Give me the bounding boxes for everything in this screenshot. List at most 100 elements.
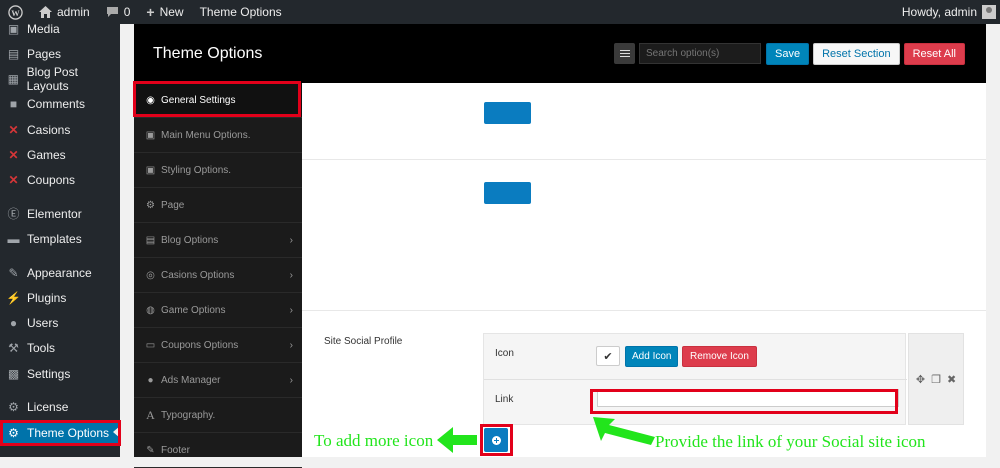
my-account-link[interactable]: Howdy, admin (894, 0, 1000, 24)
icon-label: Icon (495, 348, 514, 359)
section-coupons-options[interactable]: ▭ Coupons Options › (134, 328, 302, 363)
admin-menu: ▣ Media ▤ Pages ▦ Blog Post Layouts ■ Commen… (0, 22, 120, 457)
new-label: New (159, 5, 184, 19)
row-tools: ✥ ❐ ✖ (908, 333, 964, 425)
icon-row: Icon ✔ Add Icon Remove Icon (484, 334, 907, 380)
menu-item-elementor[interactable]: Ⓔ Elementor (0, 201, 120, 226)
blog-icon: ▤ (145, 234, 156, 246)
section-footer[interactable]: ✎ Footer (134, 433, 302, 468)
header-tools: Save Reset Section Reset All (614, 42, 986, 65)
menu-item-license[interactable]: ⚙ License (0, 394, 120, 419)
menu-item-label: Blog Post Layouts (26, 64, 78, 93)
chip-icon: ◎ (146, 269, 155, 281)
annotation-add-more: To add more icon (314, 431, 434, 450)
upload-button[interactable] (484, 102, 531, 124)
ads-icon: ● (147, 374, 154, 386)
link-input[interactable] (597, 389, 899, 407)
user-icon: ● (9, 315, 18, 330)
dashboard-icon: ◉ (146, 94, 155, 106)
new-content-link[interactable]: + New (138, 0, 191, 24)
field-row (302, 160, 986, 311)
comments-count: 0 (123, 5, 131, 19)
menu-item-label: Games (27, 147, 66, 162)
menu-item-comments[interactable]: ■ Comments (0, 91, 120, 116)
folder-icon: ▬ (7, 231, 20, 246)
chevron-right-icon: › (289, 375, 293, 386)
brush-icon: ✎ (8, 265, 19, 280)
plus-icon: + (146, 4, 155, 20)
list-icon (619, 53, 630, 54)
section-typography[interactable]: A Typography. (134, 398, 302, 433)
link-row: Link (484, 380, 907, 426)
menu-item-label: Coupons (27, 172, 76, 187)
save-button[interactable]: Save (766, 42, 810, 65)
section-game-options[interactable]: ◍ Game Options › (134, 293, 302, 328)
expand-options-button[interactable] (614, 43, 636, 64)
section-casions-options[interactable]: ◎ Casions Options › (134, 258, 302, 293)
comment-icon: ■ (9, 96, 18, 111)
close-icon[interactable]: ✖ (947, 373, 956, 386)
reset-section-button[interactable]: Reset Section (813, 42, 900, 65)
gamepad-icon: ◍ (146, 304, 155, 316)
menu-item-pages[interactable]: ▤ Pages (0, 41, 120, 66)
chevron-right-icon: › (289, 340, 293, 351)
section-label: Ads Manager (161, 374, 221, 386)
reset-all-button[interactable]: Reset All (903, 42, 965, 65)
menu-item-templates[interactable]: ▬ Templates (0, 226, 120, 251)
copy-icon[interactable]: ❐ (931, 373, 941, 386)
remove-icon-button[interactable]: Remove Icon (682, 346, 757, 367)
move-icon[interactable]: ✥ (916, 373, 925, 386)
check-icon[interactable]: ✔ (596, 346, 620, 366)
add-icon-button[interactable]: Add Icon (625, 346, 679, 367)
section-label: Blog Options (161, 234, 219, 246)
menu-item-media[interactable]: ▣ Media (0, 16, 120, 41)
panel-header: Theme Options Save Reset Section Reset A… (134, 24, 986, 83)
menu-item-settings[interactable]: ▩ Settings (0, 361, 120, 386)
style-icon: ▣ (145, 164, 156, 176)
menu-item-appearance[interactable]: ✎ Appearance (0, 260, 120, 285)
upload-button[interactable] (484, 182, 531, 204)
annotation-provide-link: Provide the link of your Social site ico… (655, 432, 926, 451)
section-label: Footer (161, 444, 190, 456)
section-label: Page (161, 199, 185, 211)
menu-item-label: Tools (27, 340, 56, 355)
link-label: Link (495, 394, 514, 405)
menu-item-label: Appearance (27, 265, 92, 280)
menu-item-casions[interactable]: ✕ Casions (0, 117, 120, 142)
coupon-icon: ▭ (145, 339, 156, 351)
section-styling-options[interactable]: ▣ Styling Options. (134, 153, 302, 188)
menu-icon: ▣ (145, 129, 156, 141)
cross-icon: ✕ (8, 122, 19, 137)
menu-item-blog-post-layouts[interactable]: ▦ Blog Post Layouts (0, 64, 120, 93)
menu-item-label: Elementor (27, 206, 82, 221)
gear-icon: ⚙ (8, 425, 19, 440)
typography-icon: A (146, 407, 155, 422)
menu-item-coupons[interactable]: ✕ Coupons (0, 167, 120, 192)
gear-icon: ⚙ (8, 399, 19, 414)
add-row-button[interactable] (484, 428, 508, 452)
avatar (982, 5, 996, 19)
menu-item-theme-options[interactable]: ⚙ Theme Options (0, 420, 120, 445)
menu-item-label: Settings (27, 366, 71, 381)
elementor-icon: Ⓔ (7, 207, 20, 221)
section-label: Main Menu Options. (161, 129, 251, 141)
section-label: Coupons Options (161, 339, 239, 351)
section-blog-options[interactable]: ▤ Blog Options › (134, 223, 302, 258)
menu-item-plugins[interactable]: ⚡ Plugins (0, 285, 120, 310)
theme-options-link[interactable]: Theme Options (192, 0, 290, 24)
menu-item-tools[interactable]: ⚒ Tools (0, 335, 120, 360)
menu-item-label: Theme Options (27, 425, 110, 440)
menu-item-label: License (27, 399, 69, 414)
menu-item-users[interactable]: ● Users (0, 310, 120, 335)
menu-item-label: Casions (27, 122, 71, 137)
section-ads-manager[interactable]: ● Ads Manager › (134, 363, 302, 398)
plugin-icon: ⚡ (6, 290, 21, 305)
search-input[interactable] (639, 43, 762, 64)
section-page[interactable]: ⚙ Page (134, 188, 302, 223)
section-main-menu-options[interactable]: ▣ Main Menu Options. (134, 118, 302, 153)
wrench-icon: ⚒ (8, 340, 19, 355)
menu-item-games[interactable]: ✕ Games (0, 142, 120, 167)
section-general-settings[interactable]: ◉ General Settings (134, 83, 302, 118)
social-profile-label: Site Social Profile (324, 336, 403, 347)
section-label: Typography. (161, 409, 216, 421)
